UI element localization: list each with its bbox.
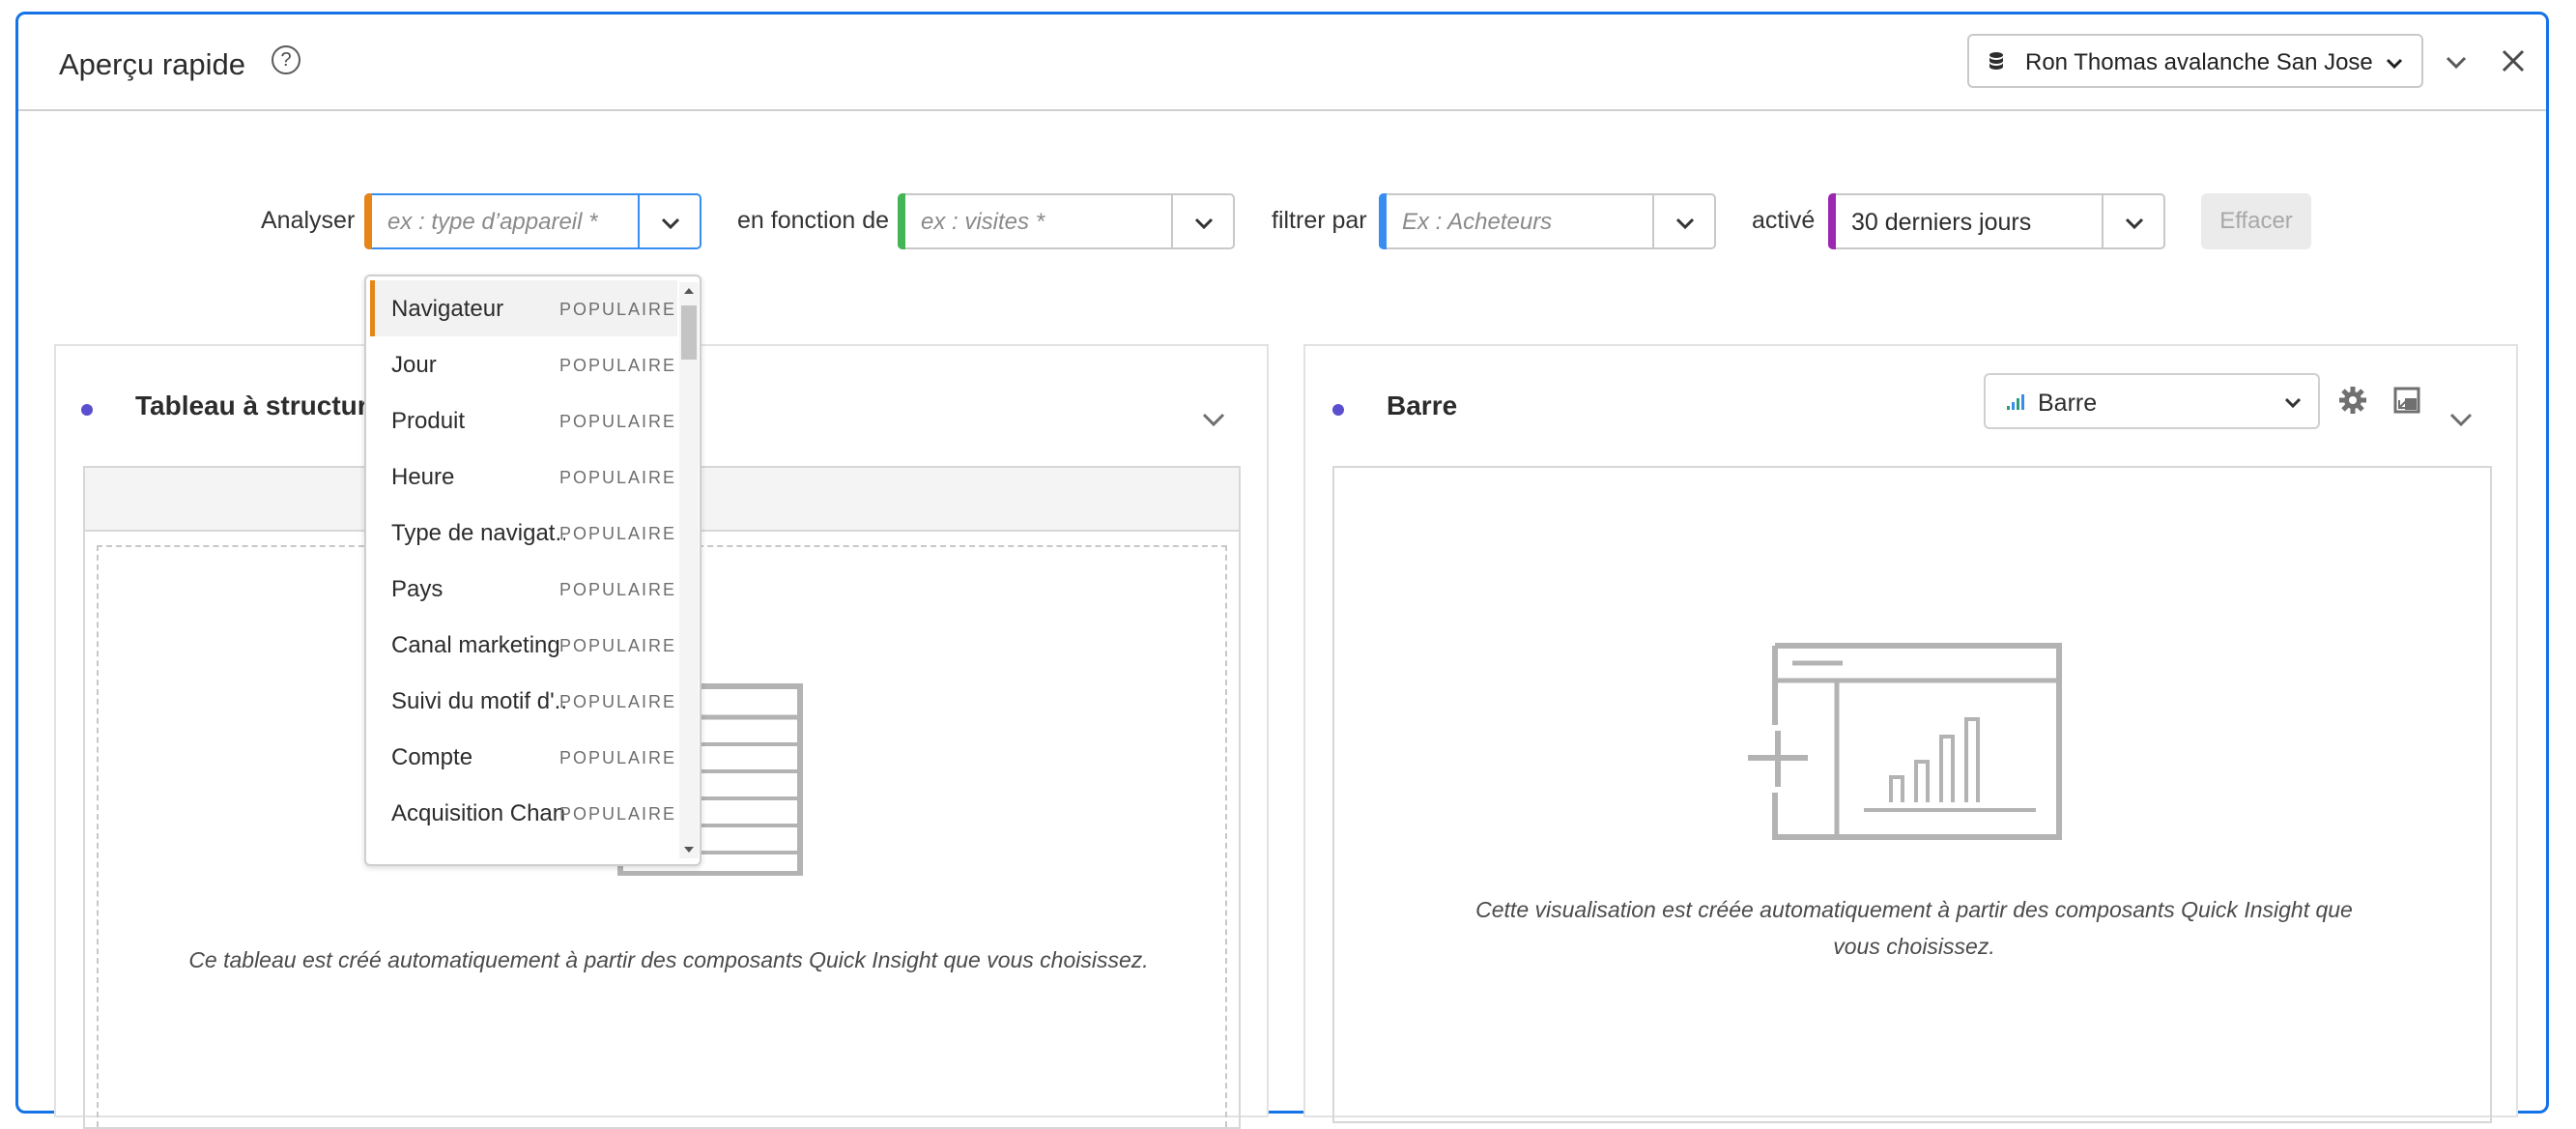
list-item-name: Suivi du motif d'... <box>391 688 565 714</box>
popular-badge: POPULAIRE <box>559 524 677 543</box>
chevron-down-icon[interactable] <box>2447 406 2475 433</box>
popular-badge: POPULAIRE <box>559 468 677 487</box>
analyze-label: Analyser <box>261 207 356 234</box>
list-item[interactable]: Acquisition Chan... POPULAIRE <box>370 785 677 841</box>
list-item[interactable]: Navigateur POPULAIRE <box>370 280 677 336</box>
bar-chart-panel: Barre Barre Cette visualisation est créé… <box>1303 344 2518 1123</box>
bar-chart-icon <box>2007 394 2024 410</box>
popular-badge: POPULAIRE <box>559 412 677 431</box>
table-caption: Ce tableau est créé automatiquement à pa… <box>188 947 1149 972</box>
gear-icon[interactable] <box>2337 385 2368 416</box>
chevron-down-icon[interactable] <box>1200 406 1227 433</box>
date-dropdown-button[interactable] <box>2102 195 2163 247</box>
list-item-name: Acquisition Chan... <box>391 800 565 826</box>
list-item[interactable]: Pays POPULAIRE <box>370 561 677 617</box>
chart-caption-line2: vous choisissez. <box>1833 934 1995 959</box>
popular-badge: POPULAIRE <box>559 580 677 599</box>
selection-accent <box>370 280 375 336</box>
chevron-down-icon <box>1194 217 1214 230</box>
scrollbar-track[interactable] <box>679 282 699 858</box>
list-item[interactable]: Type de navigat... POPULAIRE <box>370 505 677 561</box>
chart-drop-zone[interactable]: Cette visualisation est créée automatiqu… <box>1332 466 2492 1123</box>
chevron-down-icon <box>2284 397 2302 409</box>
report-suite-picker[interactable]: Ron Thomas avalanche San Jose <box>1967 34 2423 88</box>
list-item-name: Heure <box>391 464 455 490</box>
list-item-name: Type de navigat... <box>391 520 565 546</box>
date-label: activé <box>1752 207 1816 234</box>
close-icon[interactable] <box>2500 47 2527 74</box>
popular-badge: POPULAIRE <box>559 804 677 824</box>
date-range-value[interactable]: 30 derniers jours <box>1851 209 2031 237</box>
popular-badge: POPULAIRE <box>559 748 677 767</box>
bar-chart-illustration-icon <box>1748 643 2062 840</box>
date-range-combobox[interactable]: 30 derniers jours <box>1828 193 2165 249</box>
list-item[interactable]: Jour POPULAIRE <box>370 336 677 392</box>
by-label: en fonction de <box>737 207 890 234</box>
popular-badge: POPULAIRE <box>559 636 677 655</box>
popular-badge: POPULAIRE <box>559 356 677 375</box>
filter-dropdown-button[interactable] <box>1652 195 1714 247</box>
list-item-name: Compte <box>391 744 473 770</box>
panel-indicator-dot <box>1332 404 1344 416</box>
list-item-name: Canal marketing <box>391 632 560 658</box>
list-item-name: Produit <box>391 408 466 434</box>
analyze-combobox[interactable]: ex : type d’appareil * <box>364 193 701 249</box>
collapse-chevron-icon[interactable] <box>2444 49 2469 74</box>
dimension-dropdown-list: Navigateur POPULAIRE Jour POPULAIRE Prod… <box>364 275 701 866</box>
page-title: Aperçu rapide <box>59 47 246 81</box>
visualization-type-label: Barre <box>2038 390 2098 417</box>
clear-button[interactable]: Effacer <box>2201 193 2311 249</box>
metric-dropdown-button[interactable] <box>1171 195 1233 247</box>
chevron-down-icon <box>661 217 680 230</box>
panel-title: Barre <box>1387 391 1458 420</box>
list-item[interactable]: Suivi du motif d'... POPULAIRE <box>370 673 677 729</box>
help-circle-icon[interactable]: ? <box>272 45 301 74</box>
list-item[interactable]: Produit POPULAIRE <box>370 392 677 449</box>
visualization-type-picker[interactable]: Barre <box>1984 373 2320 429</box>
filter-combobox[interactable]: Ex : Acheteurs <box>1379 193 1716 249</box>
metric-color-bar <box>898 193 905 249</box>
analyze-dropdown-button[interactable] <box>638 195 700 247</box>
list-item-name: Navigateur <box>391 296 504 322</box>
expand-icon[interactable] <box>2393 387 2420 414</box>
list-item[interactable]: Compte POPULAIRE <box>370 729 677 785</box>
filter-input[interactable]: Ex : Acheteurs <box>1402 209 1552 236</box>
popular-badge: POPULAIRE <box>559 692 677 711</box>
filter-label: filtrer par <box>1272 207 1367 234</box>
list-item[interactable]: Heure POPULAIRE <box>370 449 677 505</box>
metric-combobox[interactable]: ex : visites * <box>898 193 1235 249</box>
chart-caption-line1: Cette visualisation est créée automatiqu… <box>1475 897 2353 922</box>
list-item[interactable]: Canal marketing POPULAIRE <box>370 617 677 673</box>
panel-indicator-dot <box>81 404 93 416</box>
list-item-name: Pays <box>391 576 444 602</box>
analyze-color-bar <box>364 193 372 249</box>
metric-input[interactable]: ex : visites * <box>921 209 1045 236</box>
filter-color-bar <box>1379 193 1387 249</box>
chevron-down-icon <box>1675 217 1695 230</box>
scroll-down-arrow-icon[interactable] <box>683 845 695 854</box>
database-icon <box>1989 52 2003 70</box>
panel-header: Aperçu rapide ? Ron Thomas avalanche San… <box>18 14 2546 111</box>
list-item-name: Jour <box>391 352 437 378</box>
popular-badge: POPULAIRE <box>559 300 677 319</box>
chevron-down-icon <box>2125 217 2144 230</box>
analyze-input[interactable]: ex : type d’appareil * <box>387 209 597 236</box>
chevron-down-icon <box>2386 58 2403 70</box>
date-color-bar <box>1828 193 1836 249</box>
report-suite-label: Ron Thomas avalanche San Jose <box>2025 49 2373 75</box>
scrollbar-thumb[interactable] <box>681 305 697 360</box>
scroll-up-arrow-icon[interactable] <box>683 286 695 296</box>
